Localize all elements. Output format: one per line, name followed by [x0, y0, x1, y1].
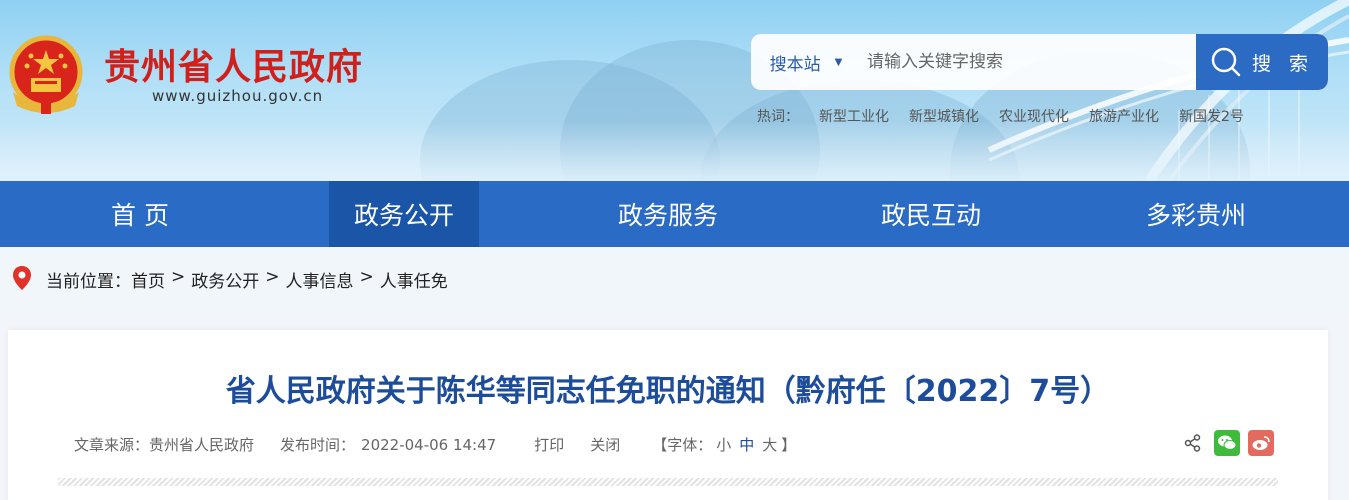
search-scope-dropdown[interactable]: 搜本站 ▼ — [751, 34, 861, 90]
close-button[interactable]: 关闭 — [590, 434, 620, 455]
nav-item-public-interaction[interactable]: 政民互动 — [831, 181, 1031, 247]
share-bar — [1180, 430, 1274, 456]
hotword-link[interactable]: 新型工业化 — [819, 106, 889, 126]
site-header: 贵州省人民政府 www.guizhou.gov.cn 搜本站 ▼ 搜 索 热词：… — [0, 0, 1349, 181]
article-title: 省人民政府关于陈华等同志任免职的通知（黔府任〔2022〕7号） — [225, 374, 1111, 409]
font-size-prefix: 【字体： — [652, 436, 713, 454]
site-name: 贵州省人民政府 — [104, 47, 364, 88]
publish-time-label: 发布时间： — [280, 436, 356, 454]
hotword-link[interactable]: 农业现代化 — [999, 106, 1069, 126]
national-emblem-icon — [9, 35, 83, 114]
breadcrumb-bar: 当前位置： 首页 > 政务公开 > 人事信息 > 人事任免 — [0, 247, 1349, 309]
share-icon[interactable] — [1180, 430, 1206, 456]
main-nav: 首 页 政务公开 政务服务 政民互动 多彩贵州 — [0, 181, 1349, 247]
search-input[interactable] — [863, 42, 1193, 82]
header-mist — [0, 121, 1349, 181]
breadcrumb-link-government-affairs[interactable]: 政务公开 — [191, 267, 259, 292]
site-url: www.guizhou.gov.cn — [152, 87, 324, 105]
divider — [58, 478, 1278, 486]
breadcrumb-prefix: 当前位置： — [46, 272, 131, 292]
publish-time-value: 2022-04-06 14:47 — [361, 435, 497, 454]
search-scope-label: 搜本站 — [769, 54, 821, 75]
nav-item-home[interactable]: 首 页 — [40, 181, 240, 247]
search-button[interactable]: 搜 索 — [1196, 34, 1328, 90]
breadcrumb-separator: > — [265, 267, 280, 287]
search-box: 搜本站 ▼ 搜 索 — [751, 34, 1328, 90]
location-pin-icon — [13, 266, 31, 290]
breadcrumb-separator: > — [359, 267, 374, 287]
hotword-link[interactable]: 新型城镇化 — [909, 106, 979, 126]
font-size-medium[interactable]: 中 — [739, 434, 754, 455]
breadcrumb-separator: > — [171, 267, 186, 287]
font-size-suffix: 】 — [781, 436, 797, 454]
hotword-link[interactable]: 旅游产业化 — [1089, 106, 1159, 126]
font-size-small[interactable]: 小 — [716, 434, 731, 455]
search-icon — [1211, 47, 1241, 77]
article-source: 文章来源：贵州省人民政府 — [74, 436, 255, 454]
article-card: 省人民政府关于陈华等同志任免职的通知（黔府任〔2022〕7号） 文章来源：贵州省… — [8, 330, 1328, 500]
breadcrumb-link-appointments[interactable]: 人事任免 — [380, 267, 448, 292]
print-button[interactable]: 打印 — [534, 434, 564, 455]
nav-item-government-affairs-disclosure[interactable]: 政务公开 — [329, 181, 479, 247]
breadcrumb: 当前位置： 首页 > 政务公开 > 人事信息 > 人事任免 — [46, 267, 448, 292]
font-size-large[interactable]: 大 — [762, 434, 777, 455]
search-button-label: 搜 索 — [1251, 52, 1315, 75]
hotwords-label: 热词： — [757, 109, 799, 125]
hotwords-bar: 热词： 新型工业化 新型城镇化 农业现代化 旅游产业化 新国发2号 — [757, 106, 1244, 126]
weibo-icon[interactable] — [1248, 430, 1274, 456]
hotword-link[interactable]: 新国发2号 — [1179, 106, 1244, 126]
wechat-icon[interactable] — [1214, 430, 1240, 456]
article-meta: 文章来源：贵州省人民政府 发布时间： 2022-04-06 14:47 打印 关… — [74, 434, 796, 455]
nav-item-government-services[interactable]: 政务服务 — [568, 181, 768, 247]
breadcrumb-link-home[interactable]: 首页 — [131, 267, 165, 292]
breadcrumb-link-personnel-info[interactable]: 人事信息 — [286, 267, 354, 292]
chevron-down-icon: ▼ — [834, 56, 843, 68]
nav-item-colorful-guizhou[interactable]: 多彩贵州 — [1096, 181, 1296, 247]
